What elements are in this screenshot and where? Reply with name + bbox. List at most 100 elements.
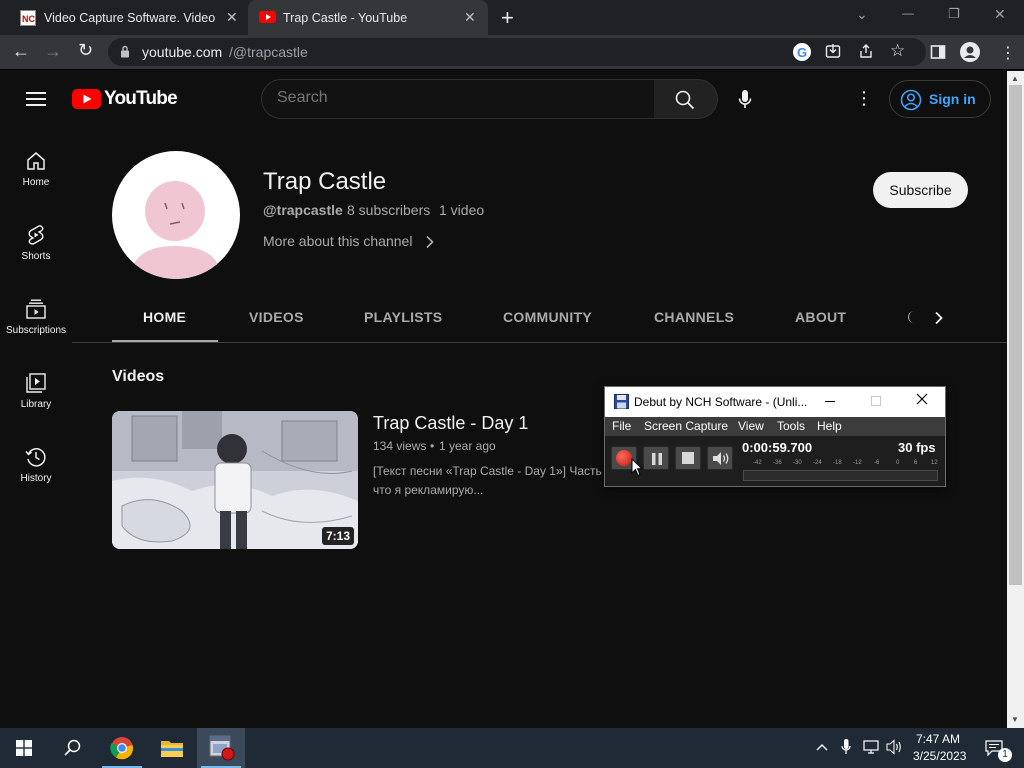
close-icon[interactable]: ✕ <box>226 9 238 26</box>
more-about-label: More about this channel <box>263 233 413 249</box>
channel-name: Trap Castle <box>263 168 387 195</box>
debut-maximize-button[interactable] <box>871 396 881 406</box>
settings-kebab-icon[interactable]: ⋮ <box>855 88 873 109</box>
subscribe-button[interactable]: Subscribe <box>873 172 968 208</box>
taskbar-search-button[interactable] <box>48 728 96 768</box>
microphone-icon[interactable] <box>738 89 752 116</box>
tab-playlists[interactable]: PLAYLISTS <box>364 309 442 325</box>
action-center-button[interactable]: 1 <box>980 728 1020 768</box>
library-icon <box>0 371 72 395</box>
nch-icon: NC <box>20 10 36 26</box>
history-icon <box>0 445 72 469</box>
youtube-icon <box>259 11 276 23</box>
google-icon[interactable]: G <box>793 43 811 61</box>
sidebar-item-shorts[interactable]: Shorts <box>0 223 72 262</box>
speaker-icon <box>711 450 731 472</box>
sidebar-item-library[interactable]: Library <box>0 371 72 410</box>
install-app-icon[interactable] <box>825 43 841 64</box>
url-path: /@trapcastle <box>229 44 308 60</box>
tab-community[interactable]: COMMUNITY <box>503 309 592 325</box>
sidebar-item-label: Subscriptions <box>5 325 67 336</box>
debut-close-button[interactable] <box>916 393 928 408</box>
floppy-disk-icon <box>614 394 629 412</box>
tab-youtube[interactable]: Trap Castle - YouTube ✕ <box>248 0 488 35</box>
share-icon[interactable] <box>858 43 874 64</box>
menu-screen-capture[interactable]: Screen Capture <box>644 419 728 433</box>
menu-view[interactable]: View <box>738 419 764 433</box>
video-description-line2: что я рекламирую... <box>373 483 484 497</box>
back-arrow-icon[interactable]: ← <box>12 41 30 62</box>
more-about-channel-link[interactable]: More about this channel <box>263 233 434 251</box>
maximize-button[interactable]: ❐ <box>948 6 960 22</box>
sign-in-label: Sign in <box>929 91 976 107</box>
tab-about[interactable]: ABOUT <box>795 309 846 325</box>
bookmark-star-icon[interactable]: ☆ <box>890 41 905 61</box>
clock-time[interactable]: 7:47 AM <box>916 732 960 746</box>
svg-text:G: G <box>797 45 807 60</box>
search-input[interactable] <box>277 89 637 107</box>
shorts-icon <box>0 223 72 247</box>
taskbar-chrome[interactable] <box>98 728 146 768</box>
start-button[interactable] <box>0 728 48 768</box>
taskbar-file-explorer[interactable] <box>148 728 196 768</box>
video-title[interactable]: Trap Castle - Day 1 <box>373 413 528 434</box>
new-tab-button[interactable]: + <box>501 5 514 31</box>
tabs-scroll-right-icon[interactable] <box>934 311 944 330</box>
sidebar-item-history[interactable]: History <box>0 445 72 484</box>
youtube-logo[interactable]: YouTube <box>72 88 178 110</box>
address-bar[interactable]: youtube.com /@trapcastle G ☆ <box>108 38 926 66</box>
video-thumbnail[interactable]: 7:13 <box>112 411 358 549</box>
tab-channels[interactable]: CHANNELS <box>654 309 734 325</box>
network-icon[interactable] <box>863 740 881 757</box>
meter-tick: 12 <box>931 460 938 466</box>
hamburger-menu-icon[interactable] <box>26 91 46 112</box>
debut-menu-bar: File Screen Capture View Tools Help <box>605 417 945 436</box>
menu-file[interactable]: File <box>612 419 631 433</box>
home-icon <box>0 149 72 173</box>
search-button[interactable] <box>654 79 718 119</box>
menu-tools[interactable]: Tools <box>777 419 805 433</box>
sidebar-item-home[interactable]: Home <box>0 149 72 188</box>
tab-home[interactable]: HOME <box>143 309 186 325</box>
scroll-down-arrow-icon[interactable]: ▼ <box>1011 715 1019 724</box>
close-icon[interactable]: ✕ <box>464 9 476 26</box>
debut-minimize-button[interactable] <box>825 401 835 402</box>
youtube-logo-text: YouTube <box>104 88 178 109</box>
volume-tray-icon[interactable] <box>886 739 903 758</box>
stop-icon <box>682 452 694 464</box>
scroll-up-arrow-icon[interactable]: ▲ <box>1011 74 1019 83</box>
scrollbar-thumb[interactable] <box>1009 85 1022 585</box>
debut-recorder-window[interactable]: Debut by NCH Software - (Unli... File Sc… <box>604 386 946 487</box>
window-close-button[interactable]: ✕ <box>994 6 1006 23</box>
stop-button[interactable] <box>675 446 701 470</box>
subscribe-label: Subscribe <box>889 182 952 198</box>
tab-search-icon-partial[interactable] <box>908 311 914 323</box>
side-panel-icon[interactable] <box>930 44 946 65</box>
pause-button[interactable] <box>643 446 669 470</box>
debut-window-title: Debut by NCH Software - (Unli... <box>634 395 808 409</box>
microphone-tray-icon[interactable] <box>841 739 851 758</box>
menu-help[interactable]: Help <box>817 419 842 433</box>
chevron-down-icon[interactable]: ⌄ <box>856 6 868 23</box>
sidebar-item-subscriptions[interactable]: Subscriptions <box>0 297 72 336</box>
show-hidden-icons-chevron[interactable] <box>816 739 828 755</box>
video-age: 1 year ago <box>439 439 496 453</box>
sign-in-button[interactable]: Sign in <box>889 80 991 118</box>
kebab-menu-icon[interactable]: ⋮ <box>1000 43 1016 63</box>
video-description-line1: [Текст песни «Trap Castle - Day 1»] Част… <box>373 464 602 478</box>
profile-icon[interactable] <box>960 42 980 62</box>
clock-date[interactable]: 3/25/2023 <box>913 749 966 763</box>
debut-title-bar[interactable]: Debut by NCH Software - (Unli... <box>605 387 945 417</box>
reload-icon[interactable]: ↻ <box>78 40 93 61</box>
search-box[interactable] <box>261 79 655 119</box>
chrome-icon <box>110 736 134 765</box>
tab-video-capture[interactable]: NC Video Capture Software. Video, V ✕ <box>8 0 246 35</box>
browser-tab-bar: NC Video Capture Software. Video, V ✕ Tr… <box>0 0 1024 35</box>
folder-icon <box>161 739 183 762</box>
taskbar-debut[interactable] <box>197 728 245 768</box>
volume-button[interactable] <box>707 446 733 470</box>
tab-videos[interactable]: VIDEOS <box>249 309 304 325</box>
minimize-button[interactable]: — <box>902 6 914 20</box>
forward-arrow-icon[interactable]: → <box>44 41 62 62</box>
channel-avatar[interactable] <box>112 151 240 279</box>
